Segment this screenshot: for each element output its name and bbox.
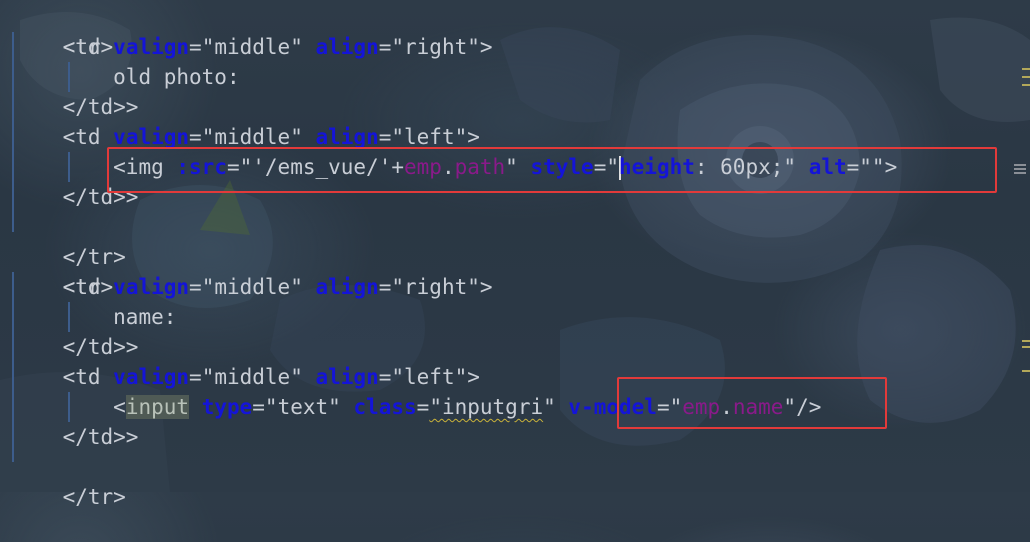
minimap-line xyxy=(1014,172,1026,174)
valign-attribute: valign xyxy=(113,275,190,299)
tag-close-bracket: > xyxy=(125,335,139,359)
code-editor[interactable]: <tr> <td valign="middle" align="right"> … xyxy=(0,0,1030,509)
valign-value: "middle" xyxy=(201,365,303,389)
scrollbar-marker xyxy=(1022,76,1030,78)
minimap-line xyxy=(1014,164,1026,166)
tag-close-bracket: > xyxy=(479,35,493,59)
name-label-text: name: xyxy=(113,305,177,329)
td-close-tag: </td> xyxy=(62,335,126,359)
td-open-tag: <td xyxy=(62,125,101,149)
align-attribute: align xyxy=(315,125,379,149)
align-attribute: align xyxy=(315,275,379,299)
scrollbar-marker xyxy=(1022,68,1030,70)
tr-close-tag: </tr> xyxy=(62,485,126,509)
scrollbar-marker xyxy=(1022,346,1030,348)
align-value: "right" xyxy=(391,35,480,59)
valign-attribute: valign xyxy=(113,365,190,389)
tag-close-bracket: > xyxy=(125,425,139,449)
code-line[interactable]: old photo: xyxy=(12,62,240,92)
align-attribute: align xyxy=(315,35,379,59)
equals-sign: = xyxy=(189,275,202,299)
align-attribute: align xyxy=(315,365,379,389)
equals-sign: = xyxy=(189,35,202,59)
valign-value: "middle" xyxy=(201,35,303,59)
align-value: "right" xyxy=(391,275,480,299)
align-value: "left" xyxy=(391,125,468,149)
equals-sign: = xyxy=(378,365,392,389)
code-line[interactable]: <td valign="middle" align="left"> xyxy=(12,362,480,392)
code-line[interactable]: <tr> xyxy=(12,2,114,59)
equals-sign: = xyxy=(378,125,392,149)
scrollbar-marker xyxy=(1022,84,1030,86)
td-open-tag: <td xyxy=(62,275,101,299)
scrollbar-marker xyxy=(1022,370,1030,372)
tag-close-bracket: > xyxy=(467,365,480,389)
code-line[interactable]: </td>> xyxy=(12,422,139,452)
valign-value: "middle" xyxy=(201,275,303,299)
type-attribute: type xyxy=(201,395,253,419)
quote-close: " xyxy=(543,395,556,419)
valign-value: "middle" xyxy=(201,125,303,149)
v-model-highlight xyxy=(617,377,887,429)
tag-open-bracket: < xyxy=(113,395,126,419)
valign-attribute: valign xyxy=(113,125,190,149)
old-photo-label-text: old photo: xyxy=(113,65,240,89)
align-value: "left" xyxy=(391,365,468,389)
equals-sign: = xyxy=(378,35,392,59)
code-line[interactable]: </tr> xyxy=(12,212,126,269)
code-line[interactable]: </tr> xyxy=(12,452,126,509)
minimap-line xyxy=(1014,168,1026,170)
type-value: "text" xyxy=(264,395,341,419)
input-tag-name: input xyxy=(125,395,190,419)
td-close-tag: </td> xyxy=(62,425,126,449)
tag-close-bracket: > xyxy=(467,125,480,149)
valign-attribute: valign xyxy=(113,35,190,59)
code-line[interactable]: </td>> xyxy=(12,92,139,122)
equals-sign: = xyxy=(252,395,265,419)
tag-close-bracket: > xyxy=(125,95,139,119)
code-line[interactable]: <td valign="middle" align="right"> xyxy=(12,32,493,62)
code-line[interactable]: <tr> xyxy=(12,242,114,299)
img-line-highlight xyxy=(107,147,997,193)
class-value: "inputgri xyxy=(429,395,544,419)
equals-sign: = xyxy=(189,365,202,389)
equals-sign: = xyxy=(416,395,430,419)
code-line[interactable]: </td>> xyxy=(12,332,139,362)
code-line[interactable]: name: xyxy=(12,302,176,332)
td-open-tag: <td xyxy=(62,35,101,59)
equals-sign: = xyxy=(378,275,392,299)
scrollbar-marker xyxy=(1022,340,1030,342)
code-line[interactable]: <td valign="middle" align="right"> xyxy=(12,272,493,302)
td-open-tag: <td xyxy=(62,365,101,389)
td-close-tag: </td> xyxy=(62,95,126,119)
class-attribute: class xyxy=(353,395,417,419)
tag-close-bracket: > xyxy=(479,275,493,299)
equals-sign: = xyxy=(189,125,202,149)
